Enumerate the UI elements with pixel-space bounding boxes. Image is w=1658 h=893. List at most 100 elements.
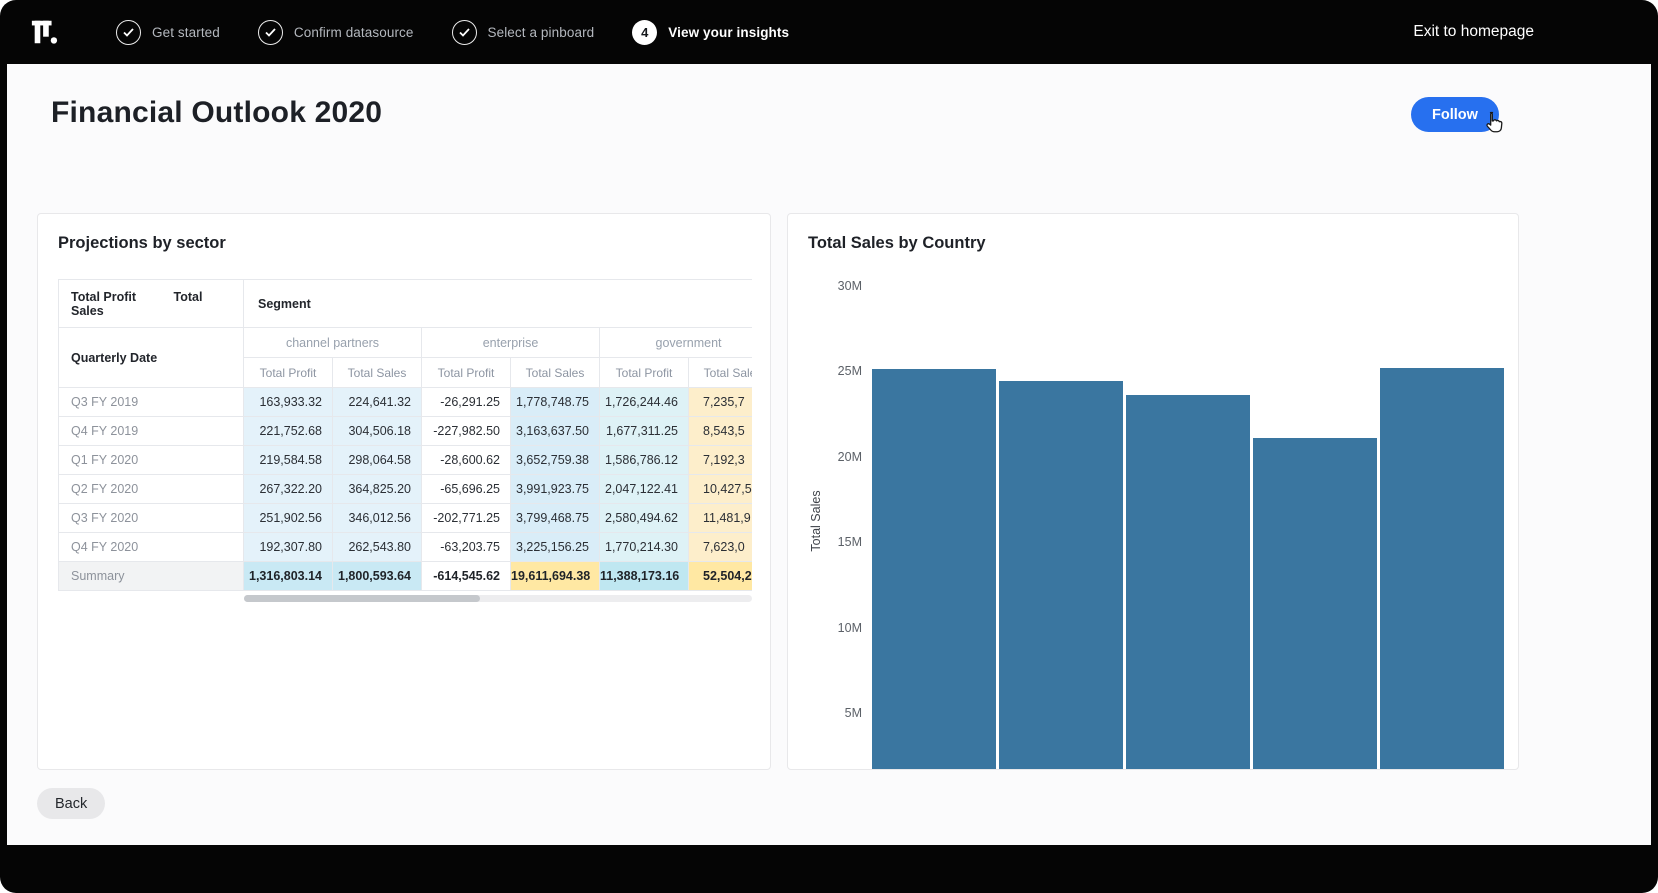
top-navigation-bar: Get started Confirm datasource Select a …: [0, 0, 1658, 64]
bar-plot: [872, 271, 1505, 770]
pivot-data-row: Q4 FY 2020192,307.80262,543.80-63,203.75…: [59, 533, 753, 562]
pivot-data-row: Q3 FY 2020251,902.56346,012.56-202,771.2…: [59, 504, 753, 533]
pivot-cell[interactable]: 3,225,156.25: [511, 533, 600, 562]
measure-total-profit-header[interactable]: Total Profit: [71, 290, 136, 304]
step-view-insights[interactable]: 4 View your insights: [632, 20, 789, 45]
bar[interactable]: [1253, 438, 1377, 770]
row-label[interactable]: Q2 FY 2020: [59, 475, 244, 504]
check-circle-icon: [452, 20, 477, 45]
thoughtspot-logo-icon: [30, 17, 60, 47]
pivot-cell[interactable]: 3,163,637.50: [511, 417, 600, 446]
pivot-cell[interactable]: 1,800,593.64: [333, 562, 422, 591]
page-title: Financial Outlook 2020: [51, 96, 382, 130]
check-icon: [123, 28, 134, 37]
main-content: Financial Outlook 2020 Follow Projection…: [7, 64, 1651, 845]
pivot-cell[interactable]: -26,291.25: [422, 388, 511, 417]
follow-button[interactable]: Follow: [1411, 97, 1499, 132]
pivot-cell[interactable]: 304,506.18: [333, 417, 422, 446]
row-label[interactable]: Q3 FY 2020: [59, 504, 244, 533]
subcol-total-sales[interactable]: Total Sales: [511, 358, 600, 388]
pivot-body: Q3 FY 2019163,933.32224,641.32-26,291.25…: [59, 388, 753, 591]
pivot-cell[interactable]: 10,427,5: [689, 475, 753, 504]
pivot-cell[interactable]: -65,696.25: [422, 475, 511, 504]
pivot-cell[interactable]: -227,982.50: [422, 417, 511, 446]
pivot-data-row: Q3 FY 2019163,933.32224,641.32-26,291.25…: [59, 388, 753, 417]
subcol-total-sales[interactable]: Total Sales: [333, 358, 422, 388]
step-label: Select a pinboard: [488, 25, 595, 40]
pivot-cell[interactable]: 19,611,694.38: [511, 562, 600, 591]
step-confirm-datasource[interactable]: Confirm datasource: [258, 20, 414, 45]
pivot-cell[interactable]: -202,771.25: [422, 504, 511, 533]
pivot-cell[interactable]: 2,047,122.41: [600, 475, 689, 504]
row-label[interactable]: Q3 FY 2019: [59, 388, 244, 417]
segment-enterprise[interactable]: enterprise: [422, 328, 600, 358]
segment-government[interactable]: government: [600, 328, 753, 358]
pivot-cell[interactable]: 3,991,923.75: [511, 475, 600, 504]
pivot-cell[interactable]: 219,584.58: [244, 446, 333, 475]
step-get-started[interactable]: Get started: [116, 20, 220, 45]
pivot-cell[interactable]: 192,307.80: [244, 533, 333, 562]
measure-headers: Total Profit Total Sales: [59, 280, 244, 328]
pivot-cell[interactable]: 298,064.58: [333, 446, 422, 475]
step-select-pinboard[interactable]: Select a pinboard: [452, 20, 595, 45]
pivot-table: Total Profit Total Sales Segment Quarter…: [58, 279, 752, 591]
pivot-cell[interactable]: 1,778,748.75: [511, 388, 600, 417]
exit-to-homepage-link[interactable]: Exit to homepage: [1413, 23, 1534, 41]
pivot-cell[interactable]: -63,203.75: [422, 533, 511, 562]
y-axis: 5M10M15M20M25M30M: [824, 271, 872, 770]
row-label[interactable]: Q1 FY 2020: [59, 446, 244, 475]
y-tick-label: 20M: [838, 450, 862, 464]
subcol-total-sales[interactable]: Total Sales: [689, 358, 753, 388]
pivot-data-row: Q4 FY 2019221,752.68304,506.18-227,982.5…: [59, 417, 753, 446]
y-tick-label: 25M: [838, 364, 862, 378]
segment-channel-partners[interactable]: channel partners: [244, 328, 422, 358]
pivot-cell[interactable]: 1,770,214.30: [600, 533, 689, 562]
subcol-total-profit[interactable]: Total Profit: [244, 358, 333, 388]
pivot-cell[interactable]: 11,388,173.16: [600, 562, 689, 591]
wizard-steps: Get started Confirm datasource Select a …: [116, 20, 789, 45]
pivot-cell[interactable]: 11,481,9: [689, 504, 753, 533]
app-window: Get started Confirm datasource Select a …: [0, 0, 1658, 893]
pivot-cell[interactable]: 7,623,0: [689, 533, 753, 562]
pivot-cell[interactable]: 3,652,759.38: [511, 446, 600, 475]
row-label[interactable]: Q4 FY 2019: [59, 417, 244, 446]
pivot-cell[interactable]: 52,504,2: [689, 562, 753, 591]
bar-chart: Total Sales 5M10M15M20M25M30M: [808, 271, 1518, 770]
pivot-cell[interactable]: 1,726,244.46: [600, 388, 689, 417]
pivot-cell[interactable]: 346,012.56: [333, 504, 422, 533]
scrollbar-thumb[interactable]: [244, 595, 480, 602]
pivot-cell[interactable]: 7,235,7: [689, 388, 753, 417]
bar[interactable]: [999, 381, 1123, 770]
pivot-cell[interactable]: 364,825.20: [333, 475, 422, 504]
pivot-segments-row: Quarterly Date channel partners enterpri…: [59, 328, 753, 358]
pivot-data-row: Q1 FY 2020219,584.58298,064.58-28,600.62…: [59, 446, 753, 475]
pivot-cell[interactable]: 221,752.68: [244, 417, 333, 446]
chart-card-title: Total Sales by Country: [808, 234, 1518, 253]
row-label[interactable]: Q4 FY 2020: [59, 533, 244, 562]
pivot-cell[interactable]: 7,192,3: [689, 446, 753, 475]
pivot-cell[interactable]: 2,580,494.62: [600, 504, 689, 533]
bar[interactable]: [1126, 395, 1250, 770]
pivot-cell[interactable]: 267,322.20: [244, 475, 333, 504]
bar[interactable]: [1380, 368, 1504, 770]
back-button[interactable]: Back: [37, 788, 105, 819]
bar[interactable]: [872, 369, 996, 770]
pivot-cell[interactable]: 3,799,468.75: [511, 504, 600, 533]
pivot-cell[interactable]: 1,316,803.14: [244, 562, 333, 591]
subcol-total-profit[interactable]: Total Profit: [422, 358, 511, 388]
pivot-cell[interactable]: 251,902.56: [244, 504, 333, 533]
horizontal-scrollbar[interactable]: [244, 595, 752, 602]
pivot-cell[interactable]: 163,933.32: [244, 388, 333, 417]
pivot-cell[interactable]: 1,586,786.12: [600, 446, 689, 475]
pivot-cell[interactable]: 224,641.32: [333, 388, 422, 417]
row-dimension-header[interactable]: Quarterly Date: [59, 328, 244, 388]
subcol-total-profit[interactable]: Total Profit: [600, 358, 689, 388]
row-label[interactable]: Summary: [59, 562, 244, 591]
pivot-cell[interactable]: 1,677,311.25: [600, 417, 689, 446]
step-label: View your insights: [668, 25, 789, 40]
pivot-cell[interactable]: 262,543.80: [333, 533, 422, 562]
pivot-cell[interactable]: -614,545.62: [422, 562, 511, 591]
pivot-cell[interactable]: 8,543,5: [689, 417, 753, 446]
segment-header[interactable]: Segment: [244, 280, 753, 328]
pivot-cell[interactable]: -28,600.62: [422, 446, 511, 475]
